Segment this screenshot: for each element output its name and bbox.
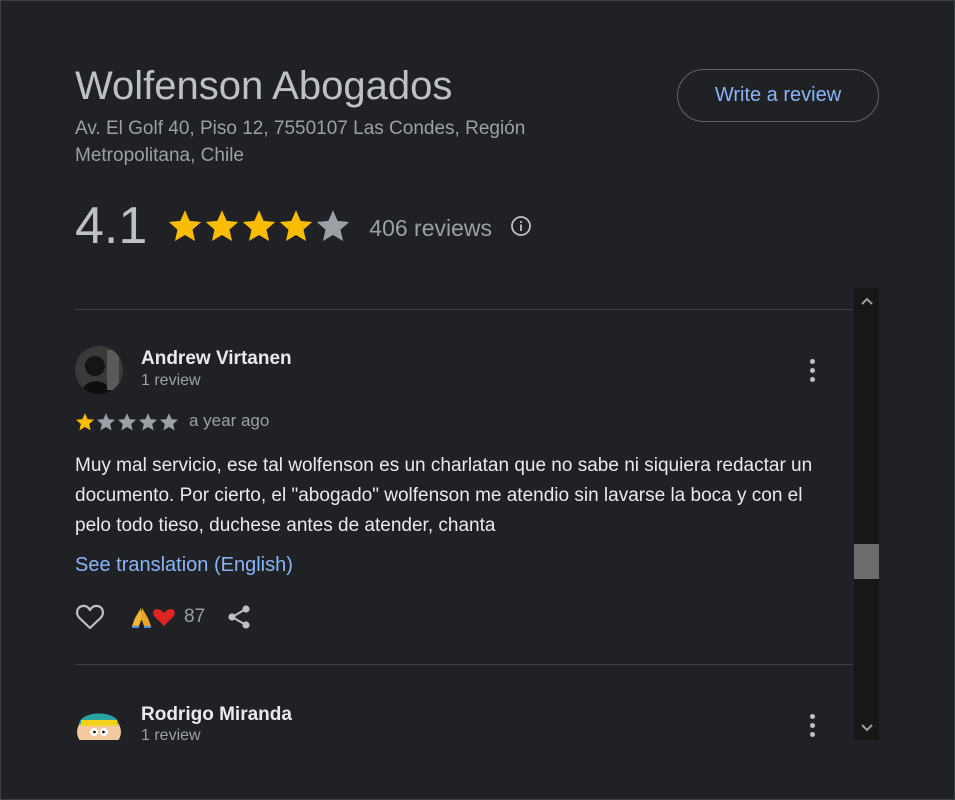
star-empty-icon xyxy=(159,412,179,432)
review-text: Muy mal servicio, ese tal wolfenson es u… xyxy=(75,455,813,536)
more-options-icon[interactable] xyxy=(800,710,824,740)
review-time: a year ago xyxy=(189,411,270,430)
business-title: Wolfenson Abogados xyxy=(75,64,453,108)
write-review-button[interactable]: Write a review xyxy=(677,69,879,122)
star-empty-icon xyxy=(117,412,137,432)
star-empty-icon xyxy=(315,208,351,244)
scroll-down-arrow-icon[interactable] xyxy=(854,715,879,740)
review-stars xyxy=(75,412,179,432)
star-filled-icon xyxy=(167,208,203,244)
star-empty-icon xyxy=(138,412,158,432)
reviewer-name[interactable]: Rodrigo Miranda xyxy=(141,704,292,726)
see-translation-link[interactable]: See translation (English) xyxy=(75,554,293,577)
divider xyxy=(75,309,853,310)
reaction-count: 87 xyxy=(184,606,206,627)
review-actions: 87 xyxy=(75,601,251,633)
avatar[interactable] xyxy=(75,702,123,740)
info-icon[interactable] xyxy=(510,215,532,237)
star-filled-icon xyxy=(204,208,240,244)
rating-value: 4.1 xyxy=(75,197,148,255)
rating-stars xyxy=(167,208,351,244)
scrollbar[interactable] xyxy=(854,288,879,740)
star-filled-icon xyxy=(75,412,95,432)
avatar[interactable] xyxy=(75,346,123,394)
reviewer-name[interactable]: Andrew Virtanen xyxy=(141,348,292,370)
reactions[interactable]: 87 xyxy=(130,606,205,628)
review-count[interactable]: 406 reviews xyxy=(369,215,492,242)
star-filled-icon xyxy=(278,208,314,244)
reviewer-meta: 1 review xyxy=(141,727,201,740)
heart-outline-icon[interactable] xyxy=(75,603,105,631)
review-clip: Rodrigo Miranda 1 review xyxy=(0,690,853,740)
scrollbar-thumb[interactable] xyxy=(854,544,879,579)
pray-and-heart-emoji-icon xyxy=(132,608,175,628)
business-address: Av. El Golf 40, Piso 12, 7550107 Las Con… xyxy=(75,118,526,166)
rating-summary: 4.1 406 reviews xyxy=(75,196,532,256)
share-icon[interactable] xyxy=(227,604,251,630)
scroll-up-arrow-icon[interactable] xyxy=(854,288,879,313)
star-empty-icon xyxy=(96,412,116,432)
star-filled-icon xyxy=(241,208,277,244)
divider xyxy=(75,664,853,665)
more-options-icon[interactable] xyxy=(800,355,824,385)
reviewer-meta: 1 review xyxy=(141,372,201,389)
